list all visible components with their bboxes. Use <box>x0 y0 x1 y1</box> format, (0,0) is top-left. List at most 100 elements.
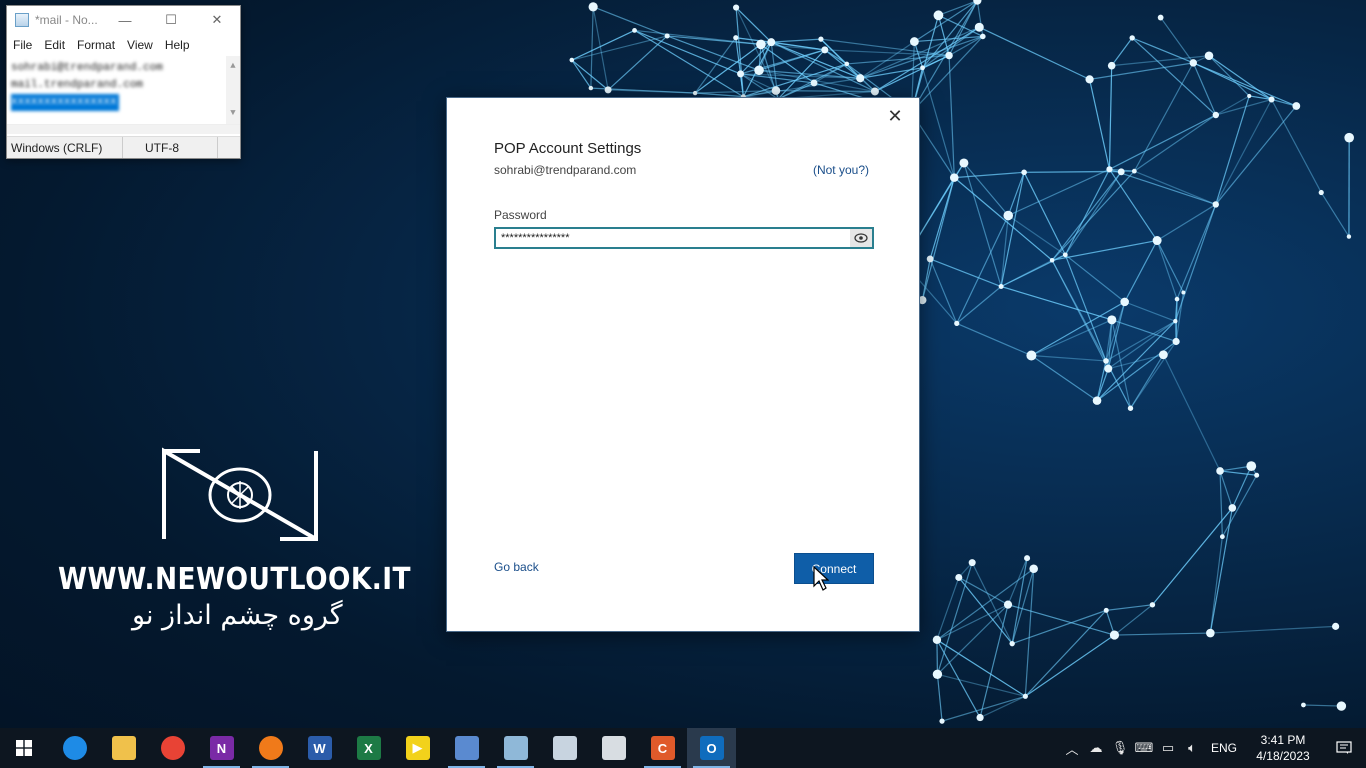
network-node <box>945 51 953 60</box>
connect-button[interactable]: Connect <box>794 553 874 584</box>
notepad-menubar: File Edit Format View Help <box>7 34 240 56</box>
menu-view[interactable]: View <box>127 38 153 52</box>
onedrive-icon[interactable]: ☁ <box>1084 728 1108 768</box>
scroll-down-icon[interactable]: ▼ <box>230 105 235 122</box>
go-back-link[interactable]: Go back <box>494 560 539 574</box>
notification-center-icon[interactable] <box>1322 728 1366 768</box>
notepad-titlebar[interactable]: *mail - No... — ☐ ✕ <box>7 6 240 34</box>
start-button[interactable] <box>0 728 48 768</box>
network-line <box>929 258 1002 288</box>
network-line <box>1133 114 1217 172</box>
network-line <box>1000 215 1009 287</box>
network-node <box>1026 350 1037 361</box>
selected-text-line: xxxxxxxxxxxxxxxx <box>11 94 119 111</box>
network-line <box>1209 507 1233 634</box>
word-icon: W <box>307 736 332 760</box>
password-input[interactable] <box>496 229 850 247</box>
network-line <box>1108 168 1158 241</box>
taskbar-app-chrome[interactable] <box>148 728 197 768</box>
network-line <box>1124 240 1158 303</box>
network-node <box>1117 168 1125 176</box>
taskbar-app-firefox[interactable] <box>246 728 295 768</box>
network-node <box>692 90 698 96</box>
network-line <box>1162 354 1221 472</box>
clock[interactable]: 3:41 PM 4/18/2023 <box>1244 732 1322 764</box>
network-node <box>932 635 942 645</box>
show-password-icon[interactable] <box>850 229 872 247</box>
taskbar-app-onenote[interactable]: N <box>197 728 246 768</box>
network-node <box>1109 630 1120 640</box>
network-node <box>1254 472 1260 478</box>
network-line <box>948 55 955 178</box>
network-line <box>571 29 635 61</box>
network-node <box>1129 35 1135 41</box>
taskbar-app-file-explorer[interactable] <box>99 728 148 768</box>
not-you-link[interactable]: (Not you?) <box>813 163 869 177</box>
input-method-icon[interactable]: ⌨ <box>1132 728 1156 768</box>
taskbar-app-notepad[interactable] <box>491 728 540 768</box>
taskbar-app-edge[interactable] <box>50 728 99 768</box>
show-hidden-icons-icon[interactable]: ︿ <box>1060 728 1084 768</box>
menu-file[interactable]: File <box>13 38 32 52</box>
network-node <box>767 38 776 47</box>
network-line <box>941 695 1026 722</box>
microphone-icon[interactable]: 🎙︎ <box>1108 728 1132 768</box>
taskbar-app-network-tool[interactable] <box>442 728 491 768</box>
notepad-window[interactable]: *mail - No... — ☐ ✕ File Edit Format Vie… <box>6 5 241 159</box>
taskbar-app-outlook[interactable]: O <box>687 728 736 768</box>
taskbar-app-snipping-tool[interactable] <box>540 728 589 768</box>
network-node <box>1021 169 1027 176</box>
network-node <box>1106 166 1113 173</box>
network-node <box>1212 111 1220 119</box>
network-node <box>1318 189 1324 196</box>
network-node <box>998 284 1004 290</box>
taskbar-app-screen-recorder[interactable] <box>589 728 638 768</box>
notepad-text-area[interactable]: sohrabi@trendparand.com mail.trendparand… <box>7 56 240 124</box>
network-line <box>1114 632 1211 636</box>
network-node <box>1268 96 1275 103</box>
network-node <box>1120 297 1129 307</box>
network-line <box>607 35 668 91</box>
menu-format[interactable]: Format <box>77 38 115 52</box>
network-node <box>821 46 829 54</box>
password-field-wrapper <box>494 227 874 249</box>
network-node <box>844 61 850 67</box>
network-line <box>1271 99 1322 193</box>
network-line <box>820 38 861 79</box>
taskbar: N W X ▶ C O ︿ ☁ 🎙︎ ⌨ ▭ 🔈︎ ENG 3:41 PM 4/18/20… <box>0 728 1366 768</box>
close-icon[interactable]: ✕ <box>194 6 240 34</box>
network-node <box>1189 59 1197 67</box>
network-line <box>958 577 1013 645</box>
taskbar-app-kmplayer[interactable]: ▶ <box>393 728 442 768</box>
network-line <box>1133 62 1194 172</box>
taskbar-app-word[interactable]: W <box>295 728 344 768</box>
network-line <box>592 6 668 37</box>
maximize-icon[interactable]: ☐ <box>148 6 194 34</box>
scroll-up-icon[interactable]: ▲ <box>230 58 235 75</box>
network-node <box>974 22 984 32</box>
taskbar-app-excel[interactable]: X <box>344 728 393 768</box>
network-node <box>1024 555 1031 562</box>
menu-edit[interactable]: Edit <box>44 38 65 52</box>
network-line <box>1303 704 1342 707</box>
notepad-statusbar: Windows (CRLF) UTF-8 <box>7 136 240 158</box>
network-node <box>1127 405 1134 411</box>
horizontal-scrollbar[interactable] <box>7 124 240 134</box>
network-node <box>756 39 766 50</box>
network-icon[interactable]: ▭ <box>1156 728 1180 768</box>
network-node <box>1149 602 1156 608</box>
network-node <box>856 74 865 83</box>
network-line <box>979 26 1090 80</box>
language-indicator[interactable]: ENG <box>1204 741 1244 755</box>
taskbar-app-camtasia[interactable]: C <box>638 728 687 768</box>
network-line <box>963 162 1009 216</box>
network-line <box>666 35 760 71</box>
minimize-icon[interactable]: — <box>102 6 148 34</box>
network-line <box>958 576 1009 606</box>
menu-help[interactable]: Help <box>165 38 190 52</box>
volume-icon[interactable]: 🔈︎ <box>1180 728 1204 768</box>
network-node <box>1103 358 1109 364</box>
close-icon[interactable]: ✕ <box>885 106 905 126</box>
network-line <box>1025 634 1115 697</box>
vertical-scrollbar[interactable]: ▲ ▼ <box>226 56 240 124</box>
